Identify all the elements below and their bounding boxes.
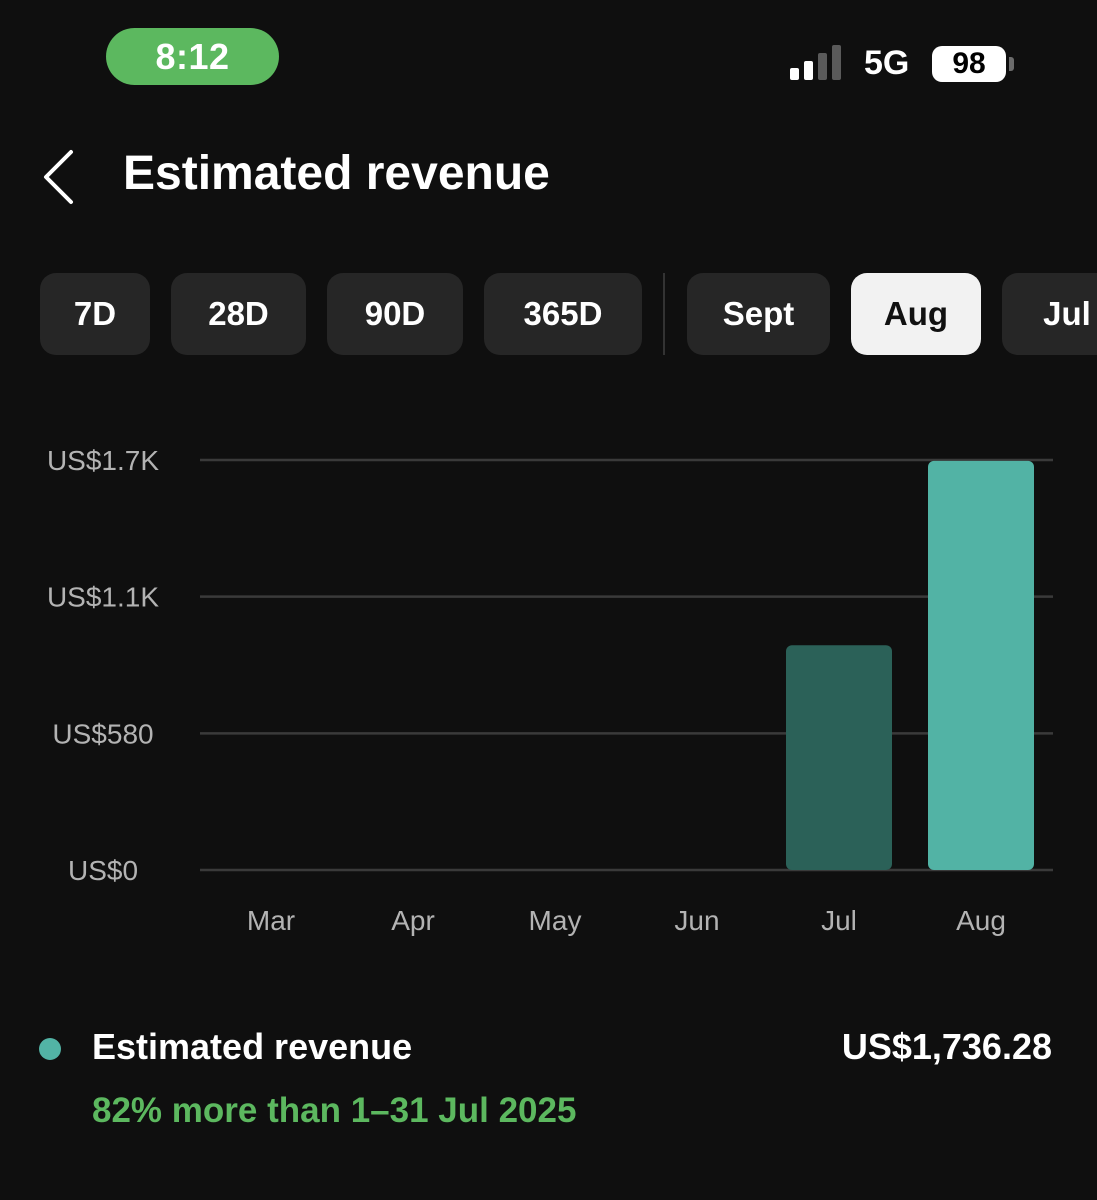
period-chip-90d[interactable]: 90D bbox=[327, 273, 463, 355]
page-title: Estimated revenue bbox=[123, 147, 550, 200]
x-tick-label: Mar bbox=[247, 905, 295, 936]
period-chip-label: Sept bbox=[722, 295, 795, 332]
period-chip-sept[interactable]: Sept bbox=[687, 273, 830, 355]
period-chip-label: Jul bbox=[1043, 295, 1091, 332]
revenue-chart: US$0 US$580 US$1.1K US$1.7K Mar Apr May Jun Jul A… bbox=[0, 400, 1097, 960]
battery-icon: 98 bbox=[932, 46, 1006, 82]
cellular-signal-icon bbox=[790, 45, 841, 80]
bar-jul[interactable] bbox=[786, 645, 892, 870]
legend-dot bbox=[39, 1038, 61, 1060]
period-chip-jul[interactable]: Jul bbox=[1002, 273, 1097, 355]
period-chip-28d[interactable]: 28D bbox=[171, 273, 306, 355]
summary-value: US$1,736.28 bbox=[841, 1026, 1052, 1067]
period-selector: 7D 28D 90D 365D Sept Aug Jul bbox=[0, 273, 1097, 355]
x-tick-label: Apr bbox=[391, 905, 435, 936]
chevron-left-icon[interactable] bbox=[38, 146, 82, 208]
period-chip-label: 7D bbox=[73, 295, 117, 332]
summary-comparison: 82% more than 1–31 Jul 2025 bbox=[92, 1091, 577, 1130]
period-chip-7d[interactable]: 7D bbox=[40, 273, 150, 355]
period-chip-365d[interactable]: 365D bbox=[484, 273, 642, 355]
summary-label: Estimated revenue bbox=[92, 1026, 413, 1067]
period-chip-label: 365D bbox=[523, 295, 603, 332]
revenue-bar-chart: US$0 US$580 US$1.1K US$1.7K Mar Apr May Jun Jul A… bbox=[47, 445, 1053, 936]
y-tick-label: US$1.7K bbox=[47, 445, 159, 476]
x-tick-label: Aug bbox=[956, 905, 1006, 936]
battery-tip bbox=[1009, 57, 1014, 71]
x-tick-label: Jun bbox=[674, 905, 719, 936]
period-chip-label: 90D bbox=[364, 295, 426, 332]
bar-aug[interactable] bbox=[928, 460, 1034, 870]
y-tick-label: US$580 bbox=[52, 718, 153, 749]
period-chip-aug[interactable]: Aug bbox=[851, 273, 981, 355]
x-tick-label: May bbox=[529, 905, 582, 936]
y-tick-label: US$1.1K bbox=[47, 582, 159, 613]
chip-divider bbox=[663, 273, 665, 355]
network-type: 5G bbox=[864, 44, 910, 82]
period-chip-label: Aug bbox=[883, 295, 949, 332]
battery-level: 98 bbox=[952, 47, 986, 80]
x-tick-label: Jul bbox=[821, 905, 857, 936]
status-time: 8:12 bbox=[106, 28, 279, 85]
y-tick-label: US$0 bbox=[68, 855, 138, 886]
period-chip-label: 28D bbox=[208, 295, 269, 332]
